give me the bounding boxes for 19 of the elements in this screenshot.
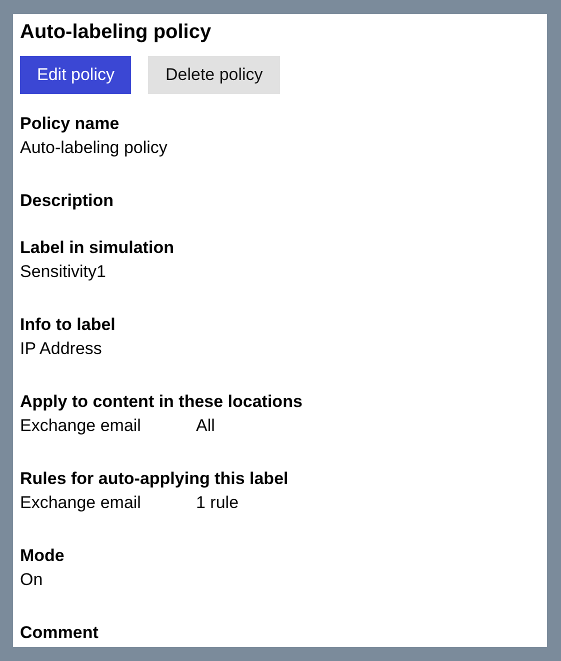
field-label: Mode — [20, 545, 66, 567]
field-label: Policy name — [20, 113, 120, 135]
field-value: Sensitivity1 — [20, 261, 106, 283]
field-value: IP Address — [20, 338, 102, 360]
field-label: Rules for auto-applying this label — [20, 468, 290, 490]
page-title: Auto-labeling policy — [20, 20, 212, 44]
edit-button[interactable]: Edit policy — [20, 56, 132, 94]
field-label: Apply to content in these locations — [20, 391, 304, 413]
field-label: Comment — [20, 622, 100, 644]
delete-button[interactable]: Delete policy — [148, 56, 280, 94]
field-value: Auto-labeling policy — [20, 137, 168, 159]
field-value: On — [20, 569, 43, 591]
field-value: All — [196, 415, 215, 437]
field-value: Exchange email — [20, 492, 142, 514]
field-value: Exchange email — [20, 415, 142, 437]
field-label: Description — [20, 190, 115, 212]
field-label: Info to label — [20, 314, 116, 336]
field-label: Label in simulation — [20, 237, 175, 259]
field-value: 1 rule — [196, 492, 239, 514]
